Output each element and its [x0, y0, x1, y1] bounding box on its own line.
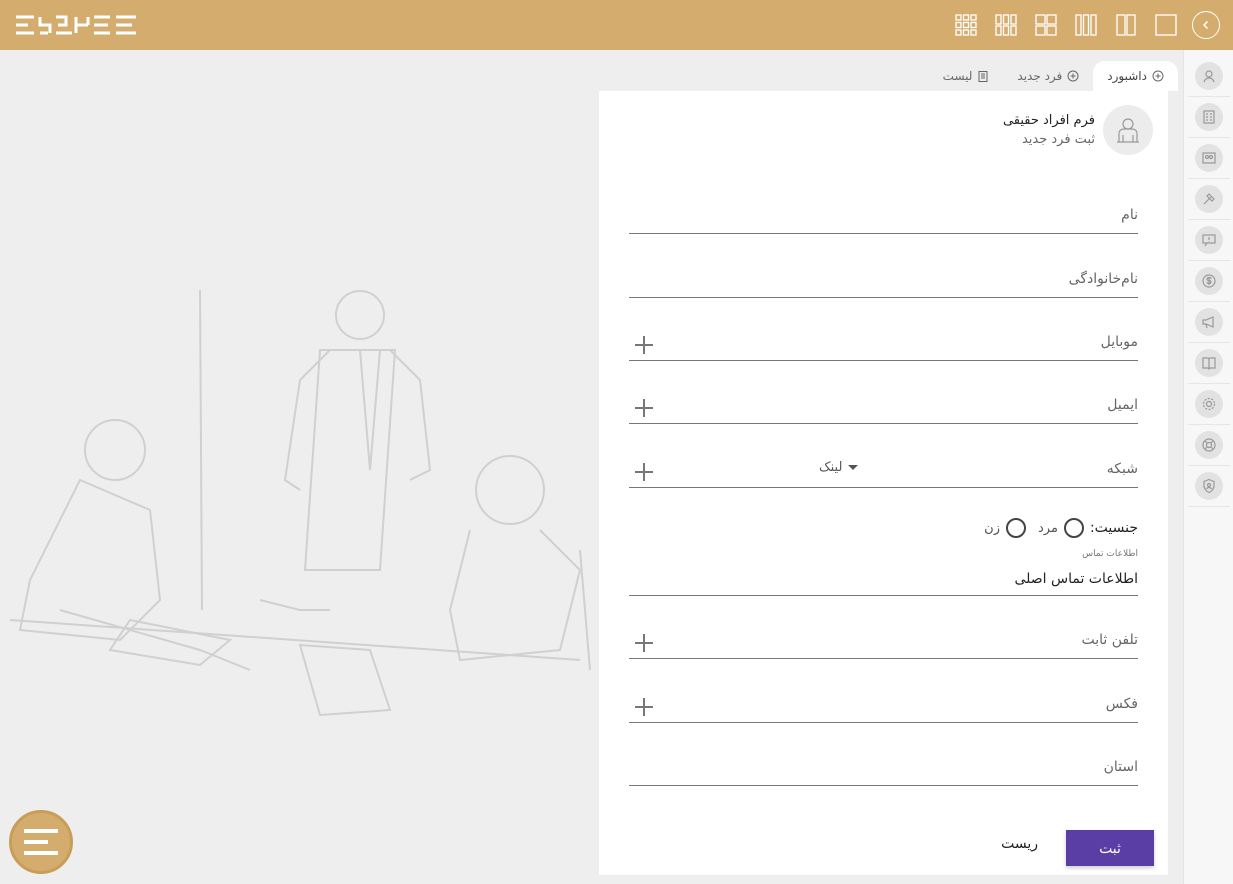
add-email-plus-icon[interactable] [635, 399, 653, 417]
network-select-value: لینک [819, 460, 843, 475]
tab-label: لیست [942, 69, 973, 83]
form-header: فرم افراد حقیقی ثبت فرد جدید [1003, 105, 1153, 155]
sidebar-item-users[interactable] [1188, 56, 1230, 97]
first-name-label: نام [1121, 207, 1138, 223]
columns-3-icon[interactable] [1071, 10, 1101, 40]
tab-dashboard[interactable]: داشبورد [1093, 61, 1178, 91]
clipboard-icon [977, 70, 989, 82]
tab-list[interactable]: لیست [929, 61, 1004, 91]
person-avatar-icon [1103, 105, 1153, 155]
first-name-field[interactable]: نام [629, 194, 1138, 234]
grid-3x3-icon[interactable] [951, 10, 981, 40]
people-icon [1195, 144, 1223, 172]
last-name-field[interactable]: نام‌خانوادگی [629, 258, 1138, 298]
gender-male-radio[interactable] [1063, 518, 1084, 538]
dollar-icon [1195, 267, 1223, 295]
gender-label: جنسیت: [1089, 520, 1138, 536]
add-network-plus-icon[interactable] [635, 463, 653, 481]
fax-label: فکس [1105, 696, 1138, 712]
last-name-label: نام‌خانوادگی [1068, 271, 1138, 287]
province-field[interactable]: استان [629, 746, 1138, 786]
contact-value: اطلاعات تماس اصلی [1014, 571, 1138, 587]
grid-3x2-icon[interactable] [991, 10, 1021, 40]
plus-circle-icon [1152, 70, 1164, 82]
form-subtitle: ثبت فرد جدید [1021, 132, 1095, 147]
tab-label: داشبورد [1107, 69, 1147, 83]
gender-female-radio[interactable] [1006, 518, 1026, 538]
email-field[interactable]: ایمیل [629, 384, 1138, 424]
tab-new-person[interactable]: فرد جدید [1003, 61, 1093, 91]
add-landline-plus-icon[interactable] [635, 634, 653, 652]
contact-caption: اطلاعات تماس [1082, 549, 1138, 559]
building-icon [1195, 103, 1223, 131]
brand-badge-logo[interactable] [9, 810, 73, 874]
sidebar-item-contacts[interactable] [1188, 138, 1230, 179]
columns-2-icon[interactable] [1111, 10, 1141, 40]
hammer-icon [1195, 185, 1223, 213]
reset-button[interactable]: ریست [1001, 836, 1038, 852]
shield-user-icon [1195, 472, 1223, 500]
book-icon [1195, 349, 1223, 377]
network-type-select[interactable]: لینک [819, 460, 859, 475]
network-label: شبکه [1106, 461, 1138, 477]
sidebar-item-alerts[interactable] [1188, 220, 1230, 261]
tab-label: فرد جدید [1017, 69, 1063, 83]
gender-male-label: مرد [1038, 520, 1058, 536]
gender-female-label: زن [984, 520, 1000, 536]
network-field[interactable]: شبکه لینک [629, 448, 1138, 488]
megaphone-icon [1195, 308, 1223, 336]
person-form-panel: فرم افراد حقیقی ثبت فرد جدید نام نام‌خان… [599, 91, 1168, 875]
form-title: فرم افراد حقیقی [1002, 113, 1095, 128]
brand-logo [16, 15, 136, 35]
user-circle-icon [1195, 62, 1223, 90]
plus-circle-icon [1067, 70, 1079, 82]
sidebar-item-marketing[interactable] [1188, 302, 1230, 343]
alert-message-icon [1195, 226, 1223, 254]
sidebar-item-docs[interactable] [1188, 343, 1230, 384]
sidebar-item-companies[interactable] [1188, 97, 1230, 138]
mobile-label: موبایل [1100, 334, 1138, 350]
landline-field[interactable]: تلفن ثابت [629, 619, 1138, 659]
lifebuoy-icon [1195, 431, 1223, 459]
grid-2x2-icon[interactable] [1031, 10, 1061, 40]
fax-field[interactable]: فکس [629, 683, 1138, 723]
single-pane-icon[interactable] [1151, 10, 1181, 40]
tab-bar: داشبورد فرد جدید لیست [929, 61, 1178, 91]
add-fax-plus-icon[interactable] [635, 698, 653, 716]
chevron-left-icon [1192, 11, 1220, 39]
landline-label: تلفن ثابت [1081, 632, 1138, 648]
contact-select[interactable]: اطلاعات تماس اصلی [629, 559, 1138, 596]
email-label: ایمیل [1107, 397, 1138, 413]
sidebar-item-settings[interactable] [1188, 384, 1230, 425]
layout-toolbar [941, 10, 1221, 40]
meeting-illustration [9, 289, 591, 717]
gear-icon [1195, 390, 1223, 418]
submit-button[interactable]: ثبت [1066, 830, 1154, 866]
sidebar-item-tools[interactable] [1188, 179, 1230, 220]
gender-group: جنسیت: مرد زن [972, 518, 1138, 538]
back-button[interactable] [1191, 10, 1221, 40]
sidebar-item-security[interactable] [1188, 466, 1230, 507]
sidebar-item-finance[interactable] [1188, 261, 1230, 302]
sidebar-item-support[interactable] [1188, 425, 1230, 466]
top-bar [0, 0, 1233, 50]
caret-down-icon [848, 465, 859, 470]
mobile-field[interactable]: موبایل [629, 321, 1138, 361]
province-label: استان [1103, 759, 1138, 775]
add-mobile-plus-icon[interactable] [635, 336, 653, 354]
right-sidebar [1183, 50, 1233, 884]
